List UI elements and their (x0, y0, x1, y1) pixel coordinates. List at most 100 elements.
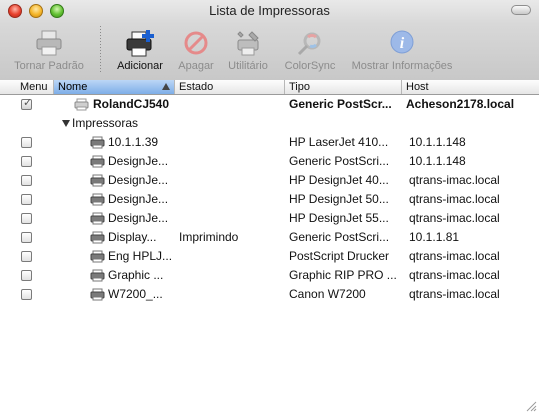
printer-name: DesignJe... (108, 211, 169, 225)
printer-icon (90, 250, 105, 263)
menu-checkbox[interactable] (21, 289, 32, 300)
printer-type: HP DesignJet 50... (289, 192, 389, 206)
table-row[interactable]: 10.1.1.39 HP LaserJet 410... 10.1.1.148 (0, 133, 539, 152)
printer-icon (90, 155, 105, 168)
delete-button[interactable]: Apagar (174, 28, 218, 76)
column-header-host[interactable]: Host (402, 80, 539, 94)
delete-icon (184, 31, 208, 55)
printer-status (179, 95, 283, 114)
printer-icon (90, 269, 105, 282)
printer-host: 10.1.1.148 (409, 135, 466, 149)
table-row[interactable]: DesignJe... HP DesignJet 40... qtrans-im… (0, 171, 539, 190)
printer-type: PostScript Drucker (289, 249, 390, 263)
colorsync-button[interactable]: ColorSync (280, 28, 340, 76)
table-row[interactable]: Graphic ... Graphic RIP PRO ... qtrans-i… (0, 266, 539, 285)
utility-icon (237, 31, 259, 56)
printer-name: Eng HPLJ... (108, 249, 173, 263)
printer-host: qtrans-imac.local (409, 249, 500, 263)
printer-host: 10.1.1.148 (409, 154, 466, 168)
menu-checkbox[interactable] (21, 156, 32, 167)
printer-icon (90, 231, 105, 244)
printer-icon (90, 174, 105, 187)
printer-name: RolandCJ540 (93, 97, 170, 111)
show-info-button[interactable]: i Mostrar Informações (346, 28, 458, 76)
printer-icon (90, 136, 105, 149)
printer-status: Imprimindo (179, 230, 239, 244)
resize-grip-icon[interactable] (525, 400, 537, 412)
utility-label: Utilitário (228, 60, 268, 72)
printer-type: HP DesignJet 40... (289, 173, 389, 187)
printer-status (179, 285, 283, 304)
printer-name: W7200_... (108, 287, 163, 301)
column-header-menu[interactable]: Menu (0, 80, 54, 94)
group-label: Impressoras (72, 116, 139, 130)
toolbar-separator (100, 26, 101, 74)
menu-checkbox[interactable] (21, 96, 32, 110)
column-header-name[interactable]: Nome (54, 80, 175, 94)
printer-name: Graphic ... (108, 268, 164, 282)
printer-host: qtrans-imac.local (409, 192, 500, 206)
add-printer-label: Adicionar (117, 60, 163, 72)
show-info-label: Mostrar Informações (351, 60, 453, 72)
window-title: Lista de Impressoras (209, 3, 330, 18)
printer-status (179, 190, 283, 209)
table-row[interactable]: Display... Imprimindo Generic PostScri..… (0, 228, 539, 247)
table-header: Menu Nome Estado Tipo Host (0, 80, 539, 95)
printer-host: qtrans-imac.local (409, 211, 500, 225)
printer-icon (90, 288, 105, 301)
group-row[interactable]: Impressoras (0, 114, 539, 133)
utility-button[interactable]: Utilitário (222, 28, 274, 76)
column-header-type[interactable]: Tipo (285, 80, 402, 94)
printer-icon (74, 98, 89, 111)
menu-checkbox[interactable] (21, 251, 32, 262)
column-header-status[interactable]: Estado (175, 80, 285, 94)
printer-host: qtrans-imac.local (409, 268, 500, 282)
printer-type: HP LaserJet 410... (289, 135, 389, 149)
table-row[interactable]: DesignJe... HP DesignJet 55... qtrans-im… (0, 209, 539, 228)
colorsync-icon (297, 32, 321, 56)
table-row[interactable]: Eng HPLJ... PostScript Drucker qtrans-im… (0, 247, 539, 266)
toolbar-toggle-button[interactable] (511, 5, 531, 15)
svg-text:i: i (400, 35, 405, 52)
printer-list-window: Lista de Impressoras Tornar Padrão Adici… (0, 0, 539, 414)
printer-name: DesignJe... (108, 154, 169, 168)
sort-ascending-icon (162, 83, 170, 90)
printer-icon (36, 30, 62, 56)
printer-host: 10.1.1.81 (409, 230, 460, 244)
printer-status (179, 152, 283, 171)
menu-checkbox[interactable] (21, 137, 32, 148)
printer-type: Generic PostScr... (289, 97, 392, 111)
printer-icon (90, 193, 105, 206)
printer-icon (90, 212, 105, 225)
menu-checkbox[interactable] (21, 213, 32, 224)
printer-status (179, 266, 283, 285)
menu-checkbox[interactable] (21, 194, 32, 205)
printer-status (179, 133, 283, 152)
disclosure-triangle-icon[interactable] (62, 120, 70, 127)
menu-checkbox[interactable] (21, 270, 32, 281)
add-printer-button[interactable]: Adicionar (110, 28, 170, 76)
colorsync-label: ColorSync (284, 60, 336, 72)
table-row[interactable]: W7200_... Canon W7200 qtrans-imac.local (0, 285, 539, 304)
menu-checkbox[interactable] (21, 175, 32, 186)
make-default-label: Tornar Padrão (14, 60, 84, 72)
printer-type: Canon W7200 (289, 287, 366, 301)
printer-host: qtrans-imac.local (409, 173, 500, 187)
toolbar-area: Lista de Impressoras Tornar Padrão Adici… (0, 0, 539, 81)
printer-host: qtrans-imac.local (409, 287, 500, 301)
printer-name: 10.1.1.39 (108, 135, 159, 149)
make-default-button[interactable]: Tornar Padrão (8, 28, 90, 76)
printer-host: Acheson2178.local (406, 97, 515, 111)
printer-status (179, 247, 283, 266)
printer-name: Display... (108, 230, 157, 244)
menu-checkbox[interactable] (21, 232, 32, 243)
printer-type: Graphic RIP PRO ... (289, 268, 397, 282)
add-printer-icon (126, 30, 154, 57)
table-row[interactable]: DesignJe... Generic PostScri... 10.1.1.1… (0, 152, 539, 171)
printer-status (179, 209, 283, 228)
table-row[interactable]: RolandCJ540 Generic PostScr... Acheson21… (0, 95, 539, 114)
table-row[interactable]: DesignJe... HP DesignJet 50... qtrans-im… (0, 190, 539, 209)
column-header-name-label: Nome (58, 81, 88, 93)
printer-type: Generic PostScri... (289, 230, 390, 244)
printer-name: DesignJe... (108, 192, 169, 206)
